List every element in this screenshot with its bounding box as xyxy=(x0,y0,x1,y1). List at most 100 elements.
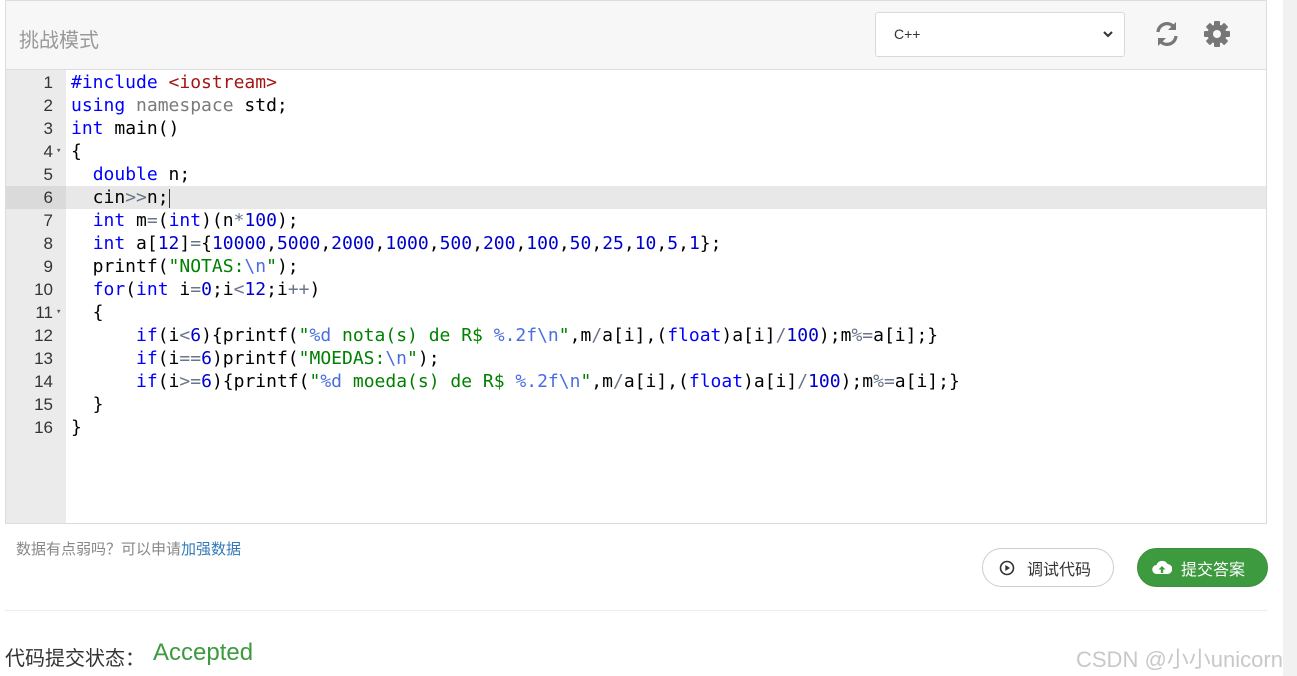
code-token: int xyxy=(136,279,169,300)
code-token: = xyxy=(190,233,202,254)
code-token: a[i],( xyxy=(623,371,689,392)
code-line[interactable]: 4 ▾ { xyxy=(6,140,1266,163)
code-token: )(n xyxy=(201,210,234,231)
code-token: / xyxy=(797,371,809,392)
code-token: 100 xyxy=(808,371,841,392)
code-token: 10000 xyxy=(211,233,267,254)
code-text: } xyxy=(71,416,82,439)
code-token: \n xyxy=(558,371,581,392)
refresh-icon[interactable] xyxy=(1152,18,1182,50)
code-token: 1000 xyxy=(385,233,429,254)
code-token: double xyxy=(92,164,158,185)
code-text: printf("NOTAS:\n"); xyxy=(71,255,299,278)
code-area[interactable]: 1 #include <iostream> 2 using namespace std… xyxy=(6,70,1266,523)
code-token: float xyxy=(688,371,744,392)
code-token: int xyxy=(71,118,104,139)
code-line[interactable]: 5 double n; xyxy=(6,163,1266,186)
code-text: int m=(int)(n*100); xyxy=(71,209,299,232)
code-token: int xyxy=(92,210,126,231)
code-line[interactable]: 14 if(i>=6){printf("%d moeda(s) de R$ %.… xyxy=(6,370,1266,393)
code-token: moeda(s) de R$ xyxy=(342,371,516,392)
strengthen-data-link[interactable]: 加强数据 xyxy=(181,541,241,558)
code-token: = xyxy=(190,279,202,300)
code-token: , xyxy=(623,233,635,254)
code-token: < xyxy=(233,279,245,300)
code-line[interactable]: 3 int main() xyxy=(6,117,1266,140)
code-token: , xyxy=(591,233,603,254)
code-token: ;i xyxy=(211,279,234,300)
code-token: for xyxy=(92,279,126,300)
code-token: );m xyxy=(840,371,874,392)
code-lines[interactable]: 1 #include <iostream> 2 using namespace std… xyxy=(6,71,1266,439)
code-token: \n xyxy=(385,348,408,369)
code-line[interactable]: 10 for(int i=0;i<12;i++) xyxy=(6,278,1266,301)
code-token: 100 xyxy=(244,210,277,231)
page-scrollbar[interactable] xyxy=(1283,0,1297,676)
line-number: 11 xyxy=(35,303,53,322)
code-line[interactable]: 6 cin>>n; xyxy=(6,186,1266,209)
code-token: "NOTAS: xyxy=(168,256,245,277)
code-token: " xyxy=(558,325,570,346)
debug-code-button[interactable]: 调试代码 xyxy=(982,548,1114,587)
code-token: ){printf( xyxy=(211,371,310,392)
code-line[interactable]: 7 int m=(int)(n*100); xyxy=(6,209,1266,232)
code-token: }; xyxy=(699,233,722,254)
line-number: 14 xyxy=(34,372,53,391)
code-line[interactable]: 2 using namespace std; xyxy=(6,94,1266,117)
code-token: 0 xyxy=(201,279,212,300)
code-line[interactable]: 16} xyxy=(6,416,1266,439)
language-select[interactable]: C++ xyxy=(875,12,1125,57)
fold-arrow-icon[interactable]: ▾ xyxy=(56,301,61,324)
hint-text: 数据有点弱吗？可以申请 xyxy=(16,541,182,558)
code-token: nota(s) de R$ xyxy=(331,325,494,346)
watermark: CSDN @小小unicorn xyxy=(1076,647,1283,672)
line-number: 6 xyxy=(6,186,66,209)
code-token: 12 xyxy=(157,233,180,254)
code-token: { xyxy=(71,141,82,162)
code-token: = xyxy=(146,210,158,231)
code-token: a[i];} xyxy=(873,325,939,346)
code-token: 5000 xyxy=(276,233,321,254)
code-token: 6 xyxy=(190,325,202,346)
code-token: namespace xyxy=(136,95,234,116)
code-line[interactable]: 8 int a[12]={10000,5000,2000,1000,500,20… xyxy=(6,232,1266,255)
code-token: } xyxy=(71,394,104,415)
gear-icon[interactable] xyxy=(1202,18,1232,50)
code-token: " xyxy=(407,348,418,369)
code-text: if(i>=6){printf("%d moeda(s) de R$ %.2f\… xyxy=(71,370,960,393)
code-line[interactable]: 9 printf("NOTAS:\n"); xyxy=(6,255,1266,278)
code-text: int main() xyxy=(71,117,179,140)
code-token: ] xyxy=(179,233,191,254)
code-token: (i xyxy=(157,371,180,392)
code-token: 50 xyxy=(569,233,592,254)
code-line[interactable]: 11 ▾ { xyxy=(6,301,1266,324)
code-token: " xyxy=(266,256,277,277)
code-token: )a[i] xyxy=(743,371,798,392)
submit-answer-button[interactable]: 提交答案 xyxy=(1137,548,1268,587)
code-token: , xyxy=(374,233,386,254)
code-token: ); xyxy=(417,348,440,369)
line-number: 2 xyxy=(43,96,53,115)
line-number: 13 xyxy=(34,349,53,368)
code-token: n; xyxy=(146,187,169,208)
text-cursor xyxy=(168,188,170,208)
code-line[interactable]: 15 } xyxy=(6,393,1266,416)
code-text: if(i<6){printf("%d nota(s) de R$ %.2f\n"… xyxy=(71,324,938,347)
code-token: " xyxy=(309,371,321,392)
code-token: , xyxy=(558,233,570,254)
mode-title: 挑战模式 xyxy=(19,30,99,52)
fold-arrow-icon[interactable]: ▾ xyxy=(56,140,61,163)
code-token: i xyxy=(168,279,191,300)
code-token: float xyxy=(667,325,722,346)
code-token: 12 xyxy=(244,279,267,300)
code-token: m xyxy=(125,210,147,231)
code-line[interactable]: 13 if(i==6)printf("MOEDAS:\n"); xyxy=(6,347,1266,370)
line-number: 15 xyxy=(34,395,53,414)
code-line[interactable]: 1 #include <iostream> xyxy=(6,71,1266,94)
code-line[interactable]: 12 if(i<6){printf("%d nota(s) de R$ %.2f… xyxy=(6,324,1266,347)
code-text: } xyxy=(71,393,104,416)
code-token: , xyxy=(656,233,668,254)
